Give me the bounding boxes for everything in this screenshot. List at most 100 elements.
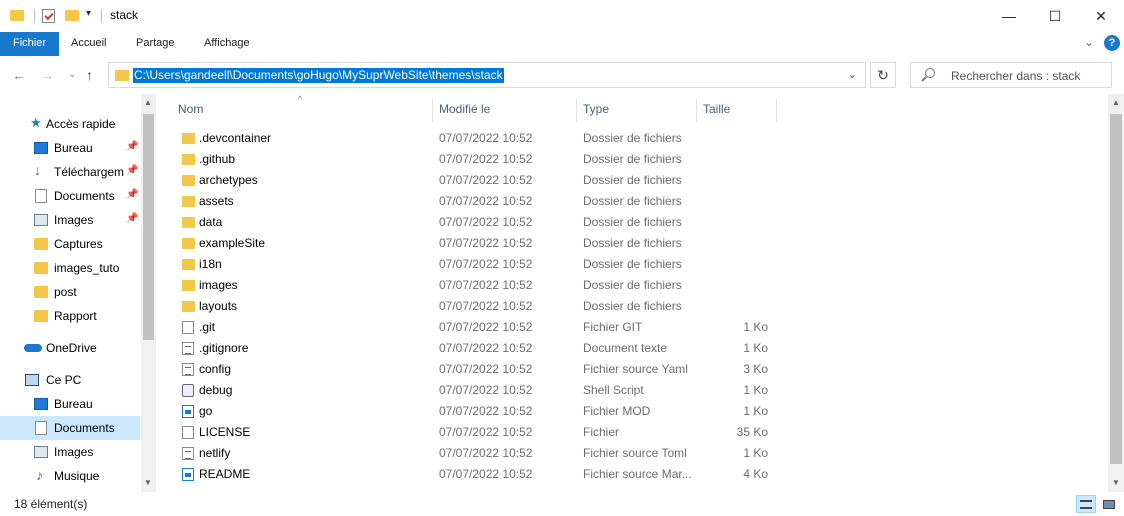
nav-item-label: OneDrive [46,341,97,355]
nav-item-label: post [54,285,77,299]
large-icons-view-button[interactable] [1099,495,1119,513]
quick-access-dropdown-icon[interactable]: ▾ [86,8,96,24]
nav-item-acces-rapide[interactable]: ★ Accès rapide [0,112,140,136]
nav-item-captures[interactable]: Captures [0,232,140,256]
scroll-up-icon[interactable]: ▲ [144,98,152,107]
search-box[interactable]: Rechercher dans : stack [910,62,1112,88]
file-modified: 07/07/2022 10:52 [439,278,533,292]
address-bar[interactable]: C:\Users\gandeell\Documents\goHugo\MySup… [108,62,866,88]
file-type: Dossier de fichiers [583,236,682,250]
file-row[interactable]: images 07/07/2022 10:52 Dossier de fichier… [160,275,1108,296]
tab-partage[interactable]: Partage [126,32,185,56]
nav-scrollbar[interactable]: ▲ ▼ [141,94,156,492]
minimize-button[interactable]: — [986,0,1032,32]
file-row[interactable]: LICENSE 07/07/2022 10:52 Fichier 35 Ko [160,422,1108,443]
tab-accueil[interactable]: Accueil [61,32,116,56]
recent-locations-icon[interactable]: ⌄ [68,69,76,80]
nav-item-label: Bureau [54,141,93,155]
file-size: 1 Ko [743,383,768,397]
file-row[interactable]: .devcontainer 07/07/2022 10:52 Dossier de … [160,128,1108,149]
properties-icon[interactable] [42,9,55,23]
column-separator[interactable] [776,98,777,122]
nav-item-images-pc[interactable]: Images [0,440,140,464]
pin-icon: 📌 [126,165,139,176]
refresh-button[interactable]: ↻ [870,62,896,88]
file-type: Fichier [583,425,620,439]
column-separator[interactable] [696,98,697,122]
details-view-button[interactable] [1076,495,1096,513]
column-separator[interactable] [432,98,433,122]
file-row[interactable]: archetypes 07/07/2022 10:52 Dossier de fic… [160,170,1108,191]
nav-item-ce-pc[interactable]: Ce PC [0,368,140,392]
folder-icon [182,217,195,228]
file-row[interactable]: .github 07/07/2022 10:52 Dossier de fichie… [160,149,1108,170]
file-row[interactable]: i18n 07/07/2022 10:52 Dossier de fichiers [160,254,1108,275]
column-header-type[interactable]: Type [583,94,609,124]
file-size: 1 Ko [743,341,768,355]
file-type: Fichier source Toml [583,446,687,460]
file-row[interactable]: exampleSite 07/07/2022 10:52 Dossier de fi… [160,233,1108,254]
file-row[interactable]: netlify 07/07/2022 10:52 Fichier source To… [160,443,1108,464]
file-row[interactable]: config 07/07/2022 10:52 Fichier source Yam… [160,359,1108,380]
maximize-button[interactable]: ☐ [1032,0,1078,32]
new-folder-icon[interactable] [65,10,79,21]
file-row[interactable]: data 07/07/2022 10:52 Dossier de fichiers [160,212,1108,233]
folder-icon [115,70,129,81]
file-row[interactable]: .gitignore 07/07/2022 10:52 Document texte… [160,338,1108,359]
scroll-down-icon[interactable]: ▼ [144,478,152,487]
file-modified: 07/07/2022 10:52 [439,425,533,439]
nav-item-images-tuto[interactable]: images_tuto [0,256,140,280]
file-row[interactable]: layouts 07/07/2022 10:52 Dossier de fichie… [160,296,1108,317]
file-list-scrollbar[interactable]: ▲ ▼ [1108,94,1124,492]
file-row[interactable]: debug 07/07/2022 10:52 Shell Script 1 Ko [160,380,1108,401]
scroll-down-icon[interactable]: ▼ [1112,478,1120,487]
file-modified: 07/07/2022 10:52 [439,299,533,313]
images-icon [34,214,48,226]
file-name: assets [199,194,234,208]
scroll-up-icon[interactable]: ▲ [1112,98,1120,107]
file-type: Dossier de fichiers [583,299,682,313]
column-separator[interactable] [576,98,577,122]
help-icon[interactable]: ? [1104,35,1120,51]
file-modified: 07/07/2022 10:52 [439,131,533,145]
nav-item-documents[interactable]: Documents 📌 [0,184,140,208]
file-icon [182,468,194,481]
address-path[interactable]: C:\Users\gandeell\Documents\goHugo\MySup… [133,68,504,83]
file-icon [182,342,194,355]
nav-item-telechargements[interactable]: ↓ Téléchargements 📌 [0,160,140,184]
expand-ribbon-icon[interactable]: ⌄ [1084,35,1094,49]
chevron-down-icon[interactable]: ⌄ [848,68,857,81]
close-button[interactable]: ✕ [1078,0,1124,32]
nav-item-rapport[interactable]: Rapport [0,304,140,328]
tab-affichage[interactable]: Affichage [194,32,260,56]
file-row[interactable]: assets 07/07/2022 10:52 Dossier de fichier… [160,191,1108,212]
nav-item-images[interactable]: Images 📌 [0,208,140,232]
file-type: Dossier de fichiers [583,152,682,166]
column-header-modified[interactable]: Modifié le [439,94,490,124]
nav-item-onedrive[interactable]: OneDrive [0,336,140,360]
nav-item-bureau-pc[interactable]: Bureau [0,392,140,416]
nav-item-bureau[interactable]: Bureau 📌 [0,136,140,160]
scroll-thumb[interactable] [143,114,154,340]
file-modified: 07/07/2022 10:52 [439,383,533,397]
file-type: Dossier de fichiers [583,173,682,187]
nav-item-post[interactable]: post [0,280,140,304]
file-type: Fichier GIT [583,320,643,334]
nav-item-musique[interactable]: ♪ Musique [0,464,140,488]
scroll-thumb[interactable] [1110,114,1122,464]
tab-fichier[interactable]: Fichier [0,32,59,56]
up-arrow-icon[interactable]: ↑ [86,67,93,83]
file-type: Shell Script [583,383,644,397]
file-row[interactable]: go 07/07/2022 10:52 Fichier MOD 1 Ko [160,401,1108,422]
file-row[interactable]: README 07/07/2022 10:52 Fichier source Mar… [160,464,1108,485]
column-header-size[interactable]: Taille [703,94,730,124]
back-arrow-icon[interactable]: ← [12,67,26,83]
file-size: 1 Ko [743,446,768,460]
navigation-pane: ★ Accès rapide Bureau 📌 ↓ Téléchargement… [0,94,156,492]
forward-arrow-icon[interactable]: → [40,67,54,83]
file-row[interactable]: .git 07/07/2022 10:52 Fichier GIT 1 Ko [160,317,1108,338]
nav-item-documents-pc[interactable]: Documents [0,416,140,440]
search-icon [925,68,935,78]
nav-item-label: Téléchargements [54,165,124,179]
column-header-name[interactable]: Nom [178,94,203,124]
